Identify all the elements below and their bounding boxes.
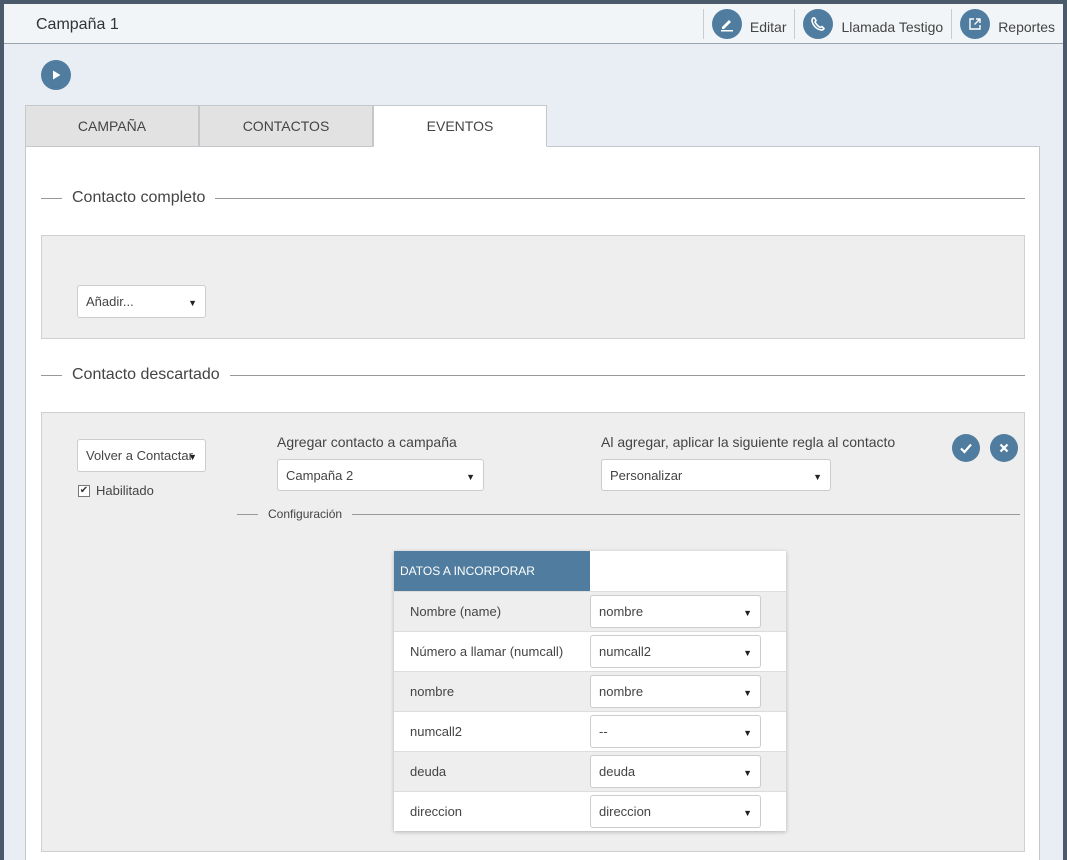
- row-label: Nombre (name): [410, 604, 502, 619]
- add-event-value: Añadir...: [86, 294, 134, 309]
- row-label: numcall2: [410, 724, 463, 739]
- row-select[interactable]: -- ▼: [590, 715, 761, 748]
- table-header-cell: DATOS A INCORPORAR: [394, 551, 590, 591]
- caret-down-icon: ▼: [743, 728, 752, 738]
- reports-button[interactable]: Reportes: [952, 4, 1063, 44]
- events-panel: Contacto completo Añadir... ▼ Contacto d…: [25, 146, 1040, 860]
- caret-down-icon: ▼: [743, 688, 752, 698]
- row-select-value: nombre: [599, 684, 644, 699]
- caret-down-icon: ▼: [188, 298, 197, 308]
- witness-call-label: Llamada Testigo: [841, 19, 944, 35]
- legend-line: [215, 197, 1025, 199]
- rule-label: Al agregar, aplicar la siguiente regla a…: [601, 434, 896, 450]
- row-select-value: --: [599, 724, 608, 739]
- caret-down-icon: ▼: [743, 768, 752, 778]
- reports-label: Reportes: [998, 19, 1055, 35]
- tab-contactos[interactable]: CONTACTOS: [199, 105, 373, 147]
- toolbar: Editar Llamada Testigo Reportes: [702, 4, 1063, 44]
- row-select-value: nombre: [599, 604, 644, 619]
- caret-down-icon: ▼: [743, 608, 752, 618]
- tab-campana[interactable]: CAMPAÑA: [25, 105, 199, 147]
- table-row: deuda deuda ▼: [394, 751, 786, 791]
- row-select[interactable]: nombre ▼: [590, 675, 761, 708]
- close-icon: [999, 443, 1009, 453]
- discarded-box: Volver a Contactar ▼ ✔ Habilitado Agrega…: [41, 412, 1025, 852]
- row-select-value: direccion: [599, 804, 652, 819]
- legend-text: Contacto descartado: [72, 366, 220, 383]
- complete-box: Añadir... ▼: [41, 235, 1025, 339]
- caret-down-icon: ▼: [813, 472, 822, 482]
- cancel-button[interactable]: [990, 434, 1018, 462]
- table-row: Número a llamar (numcall) numcall2 ▼: [394, 631, 786, 671]
- app-window: Campaña 1 Editar Llamada Testigo Reporte…: [4, 4, 1063, 860]
- caret-down-icon: ▼: [743, 648, 752, 658]
- table-row: nombre nombre ▼: [394, 671, 786, 711]
- caret-down-icon: ▼: [188, 452, 197, 462]
- row-label: direccion: [410, 804, 463, 819]
- play-button[interactable]: [41, 60, 71, 90]
- table-header: DATOS A INCORPORAR: [394, 551, 786, 591]
- row-label: deuda: [410, 764, 447, 779]
- tab-bar: CAMPAÑA CONTACTOS EVENTOS: [25, 105, 547, 147]
- legend-line: [41, 374, 62, 376]
- enabled-label: Habilitado: [96, 483, 154, 498]
- play-icon: [53, 70, 61, 80]
- edit-label: Editar: [749, 19, 787, 35]
- pencil-icon: [711, 9, 742, 39]
- enabled-checkbox-row: ✔ Habilitado: [78, 483, 154, 498]
- table-header-blank: [590, 551, 786, 591]
- section-legend-complete: Contacto completo: [41, 188, 1025, 208]
- external-link-icon: [960, 9, 991, 39]
- row-select-value: deuda: [599, 764, 636, 779]
- confirm-button[interactable]: [952, 434, 980, 462]
- campaign-label: Agregar contacto a campaña: [277, 434, 457, 450]
- legend-line: [352, 513, 1020, 515]
- edit-button[interactable]: Editar: [704, 4, 795, 44]
- campaign-value: Campaña 2: [286, 467, 354, 483]
- table-row: Nombre (name) nombre ▼: [394, 591, 786, 631]
- phone-icon: [803, 9, 834, 39]
- enabled-checkbox[interactable]: ✔: [78, 484, 90, 497]
- action-select[interactable]: Volver a Contactar ▼: [77, 439, 206, 472]
- legend-text: Contacto completo: [72, 189, 206, 206]
- action-value: Volver a Contactar: [86, 448, 193, 463]
- table-row: numcall2 -- ▼: [394, 711, 786, 751]
- caret-down-icon: ▼: [743, 808, 752, 818]
- table-row: direccion direccion ▼: [394, 791, 786, 831]
- data-table: DATOS A INCORPORAR Nombre (name) nombre …: [394, 551, 786, 831]
- rule-select[interactable]: Personalizar ▼: [601, 459, 831, 491]
- page-title: Campaña 1: [36, 16, 119, 33]
- rule-value: Personalizar: [610, 467, 683, 483]
- check-icon: [960, 443, 972, 454]
- caret-down-icon: ▼: [466, 472, 475, 482]
- row-select[interactable]: numcall2 ▼: [590, 635, 761, 668]
- witness-call-button[interactable]: Llamada Testigo: [795, 4, 951, 44]
- title-bar: Campaña 1 Editar Llamada Testigo Reporte…: [4, 4, 1063, 44]
- legend-line: [41, 197, 62, 199]
- legend-line: [237, 513, 258, 515]
- row-select[interactable]: direccion ▼: [590, 795, 761, 828]
- row-select-value: numcall2: [599, 644, 652, 659]
- row-select[interactable]: deuda ▼: [590, 755, 761, 788]
- row-select[interactable]: nombre ▼: [590, 595, 761, 628]
- legend-text: Configuración: [268, 507, 343, 521]
- add-event-select[interactable]: Añadir... ▼: [77, 285, 206, 318]
- row-label: Número a llamar (numcall): [410, 644, 564, 659]
- campaign-select[interactable]: Campaña 2 ▼: [277, 459, 484, 491]
- legend-line: [229, 374, 1025, 376]
- section-legend-discarded: Contacto descartado: [41, 365, 1025, 385]
- tab-eventos[interactable]: EVENTOS: [373, 105, 547, 147]
- config-legend: Configuración: [237, 505, 1020, 523]
- row-label: nombre: [410, 684, 455, 699]
